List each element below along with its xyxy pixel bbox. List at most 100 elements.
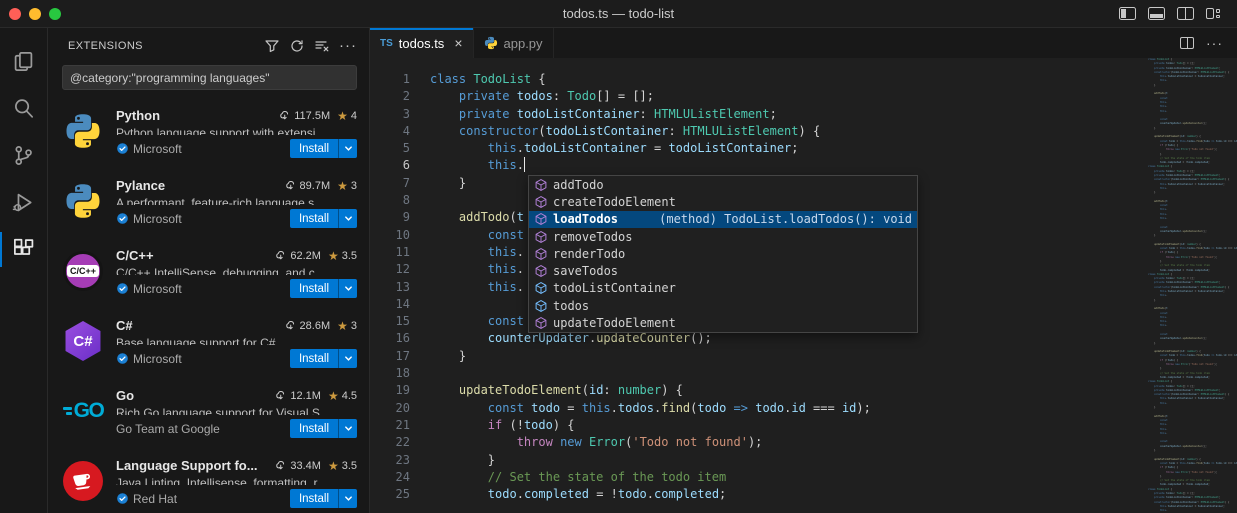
- code-line: 25 todo.completed = !todo.completed;: [370, 486, 1148, 503]
- activity-bar-run-and-debug-icon[interactable]: [0, 179, 48, 226]
- activity-bar-explorer-icon[interactable]: [0, 38, 48, 85]
- suggest-detail: (method) TodoList.loadTodos(): void: [659, 212, 912, 226]
- code-line: 6 this.: [370, 157, 1148, 174]
- install-options-chevron-icon[interactable]: [338, 489, 357, 508]
- verified-publisher-icon: [116, 142, 129, 155]
- rating-value: 3.5: [342, 460, 357, 472]
- minimap[interactable]: class TodoList { private todos: Todo[] =…: [1148, 58, 1237, 513]
- install-button[interactable]: Install: [290, 489, 338, 508]
- code-line: 2 private todos: Todo[] = [];: [370, 88, 1148, 105]
- intellisense-suggest-widget: addTodo createTodoElement loadTodos(method…: [528, 175, 918, 333]
- toggle-primary-sidebar-icon[interactable]: [1119, 7, 1136, 20]
- line-number: 10: [370, 227, 410, 244]
- install-button[interactable]: Install: [290, 419, 338, 438]
- suggest-item-saveTodos[interactable]: saveTodos: [529, 262, 917, 279]
- install-options-chevron-icon[interactable]: [338, 349, 357, 368]
- refresh-icon[interactable]: [289, 38, 305, 54]
- symbol-field-icon: [534, 299, 548, 313]
- code-line: 3 private todoListContainer: HTMLUListEl…: [370, 106, 1148, 123]
- install-button[interactable]: Install: [290, 139, 338, 158]
- tab-todos.ts[interactable]: TStodos.ts×: [370, 28, 474, 58]
- code-line: 20 const todo = this.todos.find(todo => …: [370, 400, 1148, 417]
- line-number: 4: [370, 123, 410, 140]
- suggest-item-removeTodos[interactable]: removeTodos: [529, 228, 917, 245]
- close-window-button[interactable]: [9, 8, 21, 20]
- tab-app.py[interactable]: app.py: [474, 28, 554, 58]
- extension-stats: 89.7M★3: [278, 179, 357, 193]
- rating-value: 3.5: [342, 250, 357, 262]
- close-tab-icon[interactable]: ×: [454, 36, 462, 50]
- zoom-window-button[interactable]: [49, 8, 61, 20]
- suggest-label: updateTodoElement: [553, 316, 676, 330]
- code-line: 23 }: [370, 452, 1148, 469]
- suggest-item-renderTodo[interactable]: renderTodo: [529, 245, 917, 262]
- csharp-logo-icon: C#: [62, 320, 104, 362]
- suggest-label: todoListContainer: [553, 281, 676, 295]
- activity-bar-extensions-icon[interactable]: [0, 226, 48, 273]
- code-line: 4 constructor(todoListContainer: HTMLULi…: [370, 123, 1148, 140]
- extension-publisher: Microsoft: [116, 282, 182, 296]
- tab-label: app.py: [504, 36, 543, 51]
- extension-stats: 28.6M★3: [278, 319, 357, 333]
- extension-publisher: Microsoft: [116, 142, 182, 156]
- install-options-chevron-icon[interactable]: [338, 139, 357, 158]
- extension-name: C#: [116, 318, 133, 333]
- extension-row[interactable]: Python 117.5M★4 Python language support wi…: [48, 98, 369, 168]
- code-editor[interactable]: 1class TodoList {2 private todos: Todo[]…: [370, 58, 1237, 513]
- suggest-item-todos[interactable]: todos: [529, 297, 917, 314]
- install-options-chevron-icon[interactable]: [338, 209, 357, 228]
- line-number: 15: [370, 313, 410, 330]
- code-line: 18: [370, 365, 1148, 382]
- activity-bar-search-icon[interactable]: [0, 85, 48, 132]
- extensions-sidebar: EXTENSIONS ··· Python117.5M★4Python lang…: [48, 28, 370, 513]
- suggest-item-loadTodos[interactable]: loadTodos(method) TodoList.loadTodos(): …: [529, 211, 917, 228]
- install-button[interactable]: Install: [290, 279, 338, 298]
- download-count: 12.1M: [290, 390, 321, 402]
- customize-layout-icon[interactable]: [1206, 7, 1223, 20]
- go-logo-icon: GO: [62, 390, 104, 432]
- toggle-secondary-sidebar-icon[interactable]: [1177, 7, 1194, 20]
- suggest-item-updateTodoElement[interactable]: updateTodoElement: [529, 314, 917, 331]
- suggest-label: createTodoElement: [553, 195, 676, 209]
- tab-label: todos.ts: [399, 36, 445, 51]
- downloads-icon: [274, 459, 287, 472]
- filter-icon[interactable]: [264, 38, 280, 54]
- activity-bar-source-control-icon[interactable]: [0, 132, 48, 179]
- extension-name: Language Support fo...: [116, 458, 258, 473]
- symbol-method-icon: [534, 178, 548, 192]
- suggest-item-addTodo[interactable]: addTodo: [529, 176, 917, 193]
- verified-publisher-icon: [116, 352, 129, 365]
- extension-publisher: Red Hat: [116, 492, 177, 506]
- clear-extensions-search-icon[interactable]: [314, 38, 330, 54]
- suggest-label: saveTodos: [553, 264, 618, 278]
- minimize-window-button[interactable]: [29, 8, 41, 20]
- download-count: 117.5M: [294, 110, 330, 122]
- install-button[interactable]: Install: [290, 209, 338, 228]
- toggle-panel-icon[interactable]: [1148, 7, 1165, 20]
- split-editor-icon[interactable]: [1180, 37, 1194, 49]
- extension-description: Python language support with extensi...: [116, 126, 357, 135]
- python-logo-icon: [62, 180, 104, 222]
- code-line: 1class TodoList {: [370, 71, 1148, 88]
- line-number: 19: [370, 382, 410, 399]
- star-icon: ★: [328, 459, 339, 473]
- install-options-chevron-icon[interactable]: [338, 279, 357, 298]
- install-options-chevron-icon[interactable]: [338, 419, 357, 438]
- suggest-item-todoListContainer[interactable]: todoListContainer: [529, 280, 917, 297]
- install-button[interactable]: Install: [290, 349, 338, 368]
- line-number: 20: [370, 400, 410, 417]
- line-number: 25: [370, 486, 410, 503]
- rating-value: 3: [351, 320, 357, 332]
- extension-row[interactable]: C/C++C/C++62.2M★3.5C/C++ IntelliSense, d…: [48, 238, 369, 308]
- extension-row[interactable]: Language Support fo...33.4M★3.5Java Lint…: [48, 448, 369, 513]
- extension-stats: 117.5M★4: [272, 109, 357, 123]
- extension-row[interactable]: Pylance89.7M★3A performant, feature-rich…: [48, 168, 369, 238]
- extension-name: Python: [116, 108, 160, 123]
- code-line: 22 throw new Error('Todo not found');: [370, 434, 1148, 451]
- suggest-item-createTodoElement[interactable]: createTodoElement: [529, 193, 917, 210]
- extension-row[interactable]: C#C#28.6M★3Base language support for C#.…: [48, 308, 369, 378]
- rating-value: 4: [351, 110, 357, 122]
- verified-publisher-icon: [116, 212, 129, 225]
- extensions-search-input[interactable]: [62, 65, 357, 90]
- extension-row[interactable]: GOGo12.1M★4.5Rich Go language support fo…: [48, 378, 369, 448]
